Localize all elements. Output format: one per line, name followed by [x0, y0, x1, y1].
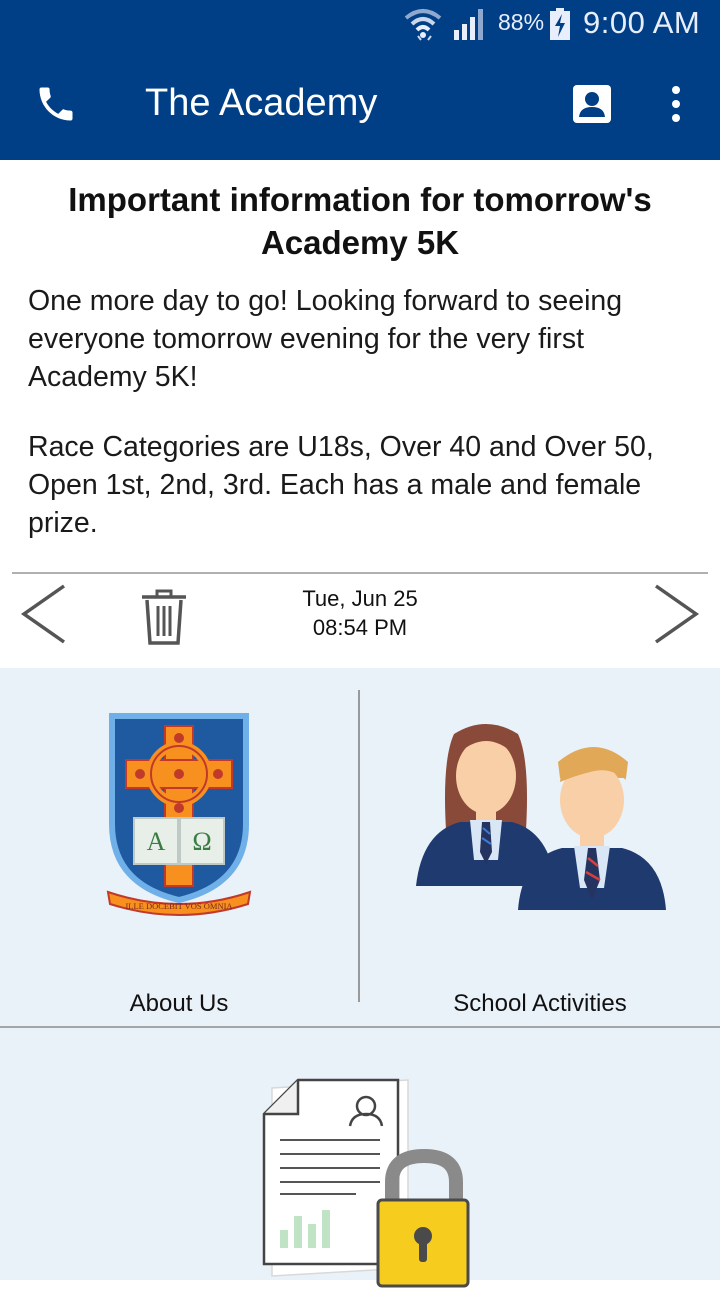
- app-title: The Academy: [145, 82, 378, 124]
- more-vert-icon[interactable]: [664, 84, 688, 124]
- app-bar: The Academy: [0, 48, 720, 160]
- crest-letters-text: Α: [147, 827, 166, 856]
- card-divider: [12, 572, 708, 574]
- tile-about-us[interactable]: Α Ω ILLE DOCEBIT VOS OMNIA About Us: [0, 668, 358, 1026]
- chevron-left-icon[interactable]: [20, 584, 68, 644]
- message-paragraph: Race Categories are U18s, Over 40 and Ov…: [28, 431, 654, 539]
- tile-school-activities[interactable]: School Activities: [360, 668, 720, 1026]
- message-card: Important information for tomorrow's Aca…: [0, 160, 720, 670]
- status-time: 9:00 AM: [583, 5, 701, 40]
- wifi-icon: [404, 9, 442, 41]
- battery-percent: 88%: [498, 9, 545, 35]
- contact-card-icon[interactable]: [572, 84, 612, 124]
- tile-secure-document[interactable]: [0, 1028, 720, 1288]
- signal-icon: [454, 9, 483, 40]
- tile-label-school-activities: School Activities: [453, 990, 627, 1017]
- message-body: One more day to go! Looking forward to s…: [28, 282, 698, 574]
- secure-document-icon: [262, 1078, 470, 1288]
- message-title: Important information for tomorrow's Aca…: [68, 181, 652, 261]
- battery-charging-icon: [550, 8, 570, 40]
- trash-icon[interactable]: [138, 588, 190, 646]
- message-date: Tue, Jun 25: [302, 586, 418, 611]
- chevron-right-icon[interactable]: [652, 584, 700, 644]
- message-timestamp: Tue, Jun 25 08:54 PM: [260, 584, 460, 642]
- status-bar: 88% 9:00 AM: [0, 0, 720, 48]
- tile-label-about-us: About Us: [129, 990, 229, 1017]
- message-time: 08:54 PM: [312, 615, 408, 640]
- tile-grid: Α Ω ILLE DOCEBIT VOS OMNIA About Us Scho…: [0, 668, 720, 1288]
- school-crest-icon: Α Ω ILLE DOCEBIT VOS OMNIA: [106, 713, 252, 916]
- crest-motto-text: ILLE DOCEBIT VOS OMNIA: [125, 901, 233, 911]
- crest-letters-text: Ω: [192, 827, 211, 856]
- phone-icon[interactable]: [34, 82, 78, 126]
- message-paragraph: One more day to go! Looking forward to s…: [28, 285, 623, 393]
- students-icon: [416, 724, 666, 910]
